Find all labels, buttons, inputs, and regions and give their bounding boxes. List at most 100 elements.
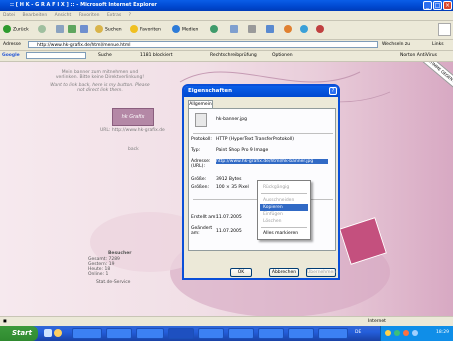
edit-icon: [266, 25, 274, 33]
tray-icon[interactable]: [385, 330, 391, 336]
stats-link[interactable]: Stat.de-Service: [96, 280, 130, 285]
language-indicator[interactable]: DE: [355, 330, 361, 335]
minimize-button[interactable]: _: [423, 1, 432, 10]
menu-help[interactable]: ?: [129, 13, 131, 18]
menu-item-copy[interactable]: Kopieren: [260, 204, 308, 211]
close-button[interactable]: ×: [443, 1, 452, 10]
forward-button[interactable]: [38, 25, 48, 35]
type-value: Paint Shop Pro 9 Image: [216, 148, 269, 153]
google-logo[interactable]: Google: [2, 53, 20, 58]
refresh-button[interactable]: [68, 25, 78, 35]
dimensions-label: Größen:: [191, 185, 209, 190]
apply-button[interactable]: Übernehmen: [306, 268, 336, 277]
clock[interactable]: 18:29: [436, 330, 449, 335]
taskbar-window-button[interactable]: [168, 328, 194, 339]
taskbar-window-button[interactable]: [106, 328, 132, 339]
quicklaunch-desktop-icon[interactable]: [44, 329, 52, 337]
research-icon: [316, 25, 324, 33]
intro-text-4: not direct link them.: [77, 88, 123, 93]
home-button[interactable]: [80, 25, 90, 35]
taskbar: Start DE 18:29: [0, 326, 453, 341]
taskbar-window-button[interactable]: [72, 328, 102, 339]
taskbar-window-button[interactable]: [288, 328, 314, 339]
print-button[interactable]: [248, 25, 258, 35]
search-button[interactable]: Suchen: [95, 25, 122, 35]
menu-item-cut[interactable]: Ausschneiden: [260, 197, 308, 204]
google-search-button[interactable]: Suche: [98, 53, 112, 58]
window-title: :: [ H K - G R A F I X ] :: - Microsoft …: [10, 2, 157, 8]
quicklaunch-ie-icon[interactable]: [54, 329, 62, 337]
dimensions-value: 100 × 35 Pixel: [216, 185, 249, 190]
menu-favorites[interactable]: Favoriten: [79, 13, 100, 18]
address-bar: Adresse http://www.hk-grafix.de/html/men…: [0, 40, 453, 51]
edit-button[interactable]: [266, 25, 276, 35]
stat-row: Online: 1: [88, 272, 109, 277]
stats-title: Besucher: [108, 251, 132, 256]
tray-icon[interactable]: [394, 330, 400, 336]
menu-separator: [261, 227, 307, 228]
taskbar-window-button[interactable]: [318, 328, 348, 339]
mail-icon: [230, 25, 238, 33]
mail-button[interactable]: [230, 25, 240, 35]
media-icon: [172, 25, 180, 33]
hk-grafix-banner[interactable]: hk Grafix: [112, 108, 154, 126]
search-icon: [95, 25, 103, 33]
star-icon: [130, 25, 138, 33]
menubar: Datei Bearbeiten Ansicht Favoriten Extra…: [0, 11, 453, 21]
tray-icon[interactable]: [412, 330, 418, 336]
start-button[interactable]: Start: [0, 326, 38, 341]
norton-button[interactable]: Norton AntiVirus: [400, 53, 437, 58]
menu-item-select-all[interactable]: Alles markieren: [260, 230, 308, 237]
taskbar-window-button[interactable]: [136, 328, 164, 339]
tab-general[interactable]: Allgemein: [188, 100, 213, 108]
help-button[interactable]: ?: [329, 87, 337, 95]
popup-blocker[interactable]: 1181 blockiert: [140, 53, 172, 58]
menu-item-delete[interactable]: Löschen: [260, 218, 308, 225]
divider: [193, 133, 333, 134]
links-button[interactable]: Links: [432, 42, 444, 47]
menu-edit[interactable]: Bearbeiten: [22, 13, 47, 18]
tray-icon[interactable]: [403, 330, 409, 336]
cancel-button[interactable]: Abbrechen: [269, 268, 299, 277]
windows-logo-icon: [438, 23, 451, 36]
ok-button[interactable]: OK: [230, 268, 252, 277]
forward-arrow-icon: [38, 25, 46, 33]
address-label: Adresse: [3, 42, 21, 47]
back-button[interactable]: Zurück: [3, 25, 29, 35]
refresh-icon: [68, 25, 76, 33]
system-tray: 18:29: [380, 326, 453, 341]
menu-tools[interactable]: Extras: [107, 13, 121, 18]
modified-label: Geändert am:: [191, 226, 213, 236]
taskbar-window-button[interactable]: [198, 328, 224, 339]
media-button[interactable]: Medien: [172, 25, 198, 35]
research-button[interactable]: [316, 25, 326, 35]
messenger-button[interactable]: [300, 25, 310, 35]
go-button[interactable]: Wechseln zu: [382, 42, 410, 47]
back-arrow-icon: [3, 25, 11, 33]
size-label: Größe:: [191, 177, 207, 182]
taskbar-window-button[interactable]: [228, 328, 254, 339]
dialog-title: Eigenschaften: [184, 86, 338, 97]
history-icon: [210, 25, 218, 33]
options-button[interactable]: Optionen: [272, 53, 293, 58]
menu-item-paste[interactable]: Einfügen: [260, 211, 308, 218]
menu-view[interactable]: Ansicht: [55, 13, 72, 18]
menu-item-undo[interactable]: Rückgängig: [260, 184, 308, 191]
discuss-button[interactable]: [284, 25, 294, 35]
maximize-button[interactable]: □: [433, 1, 442, 10]
back-link[interactable]: back: [128, 147, 139, 152]
address-input[interactable]: http://www.hk-grafix.de/html/menue.html: [28, 41, 378, 48]
messenger-icon: [300, 25, 308, 33]
address-value[interactable]: http://www.hk-grafix.de/html/hk-banner.j…: [216, 159, 328, 164]
taskbar-window-button[interactable]: [258, 328, 284, 339]
spellcheck-button[interactable]: Rechtschreibprüfung: [210, 53, 257, 58]
history-button[interactable]: [210, 25, 220, 35]
favorites-button[interactable]: Favoriten: [130, 25, 161, 35]
menu-file[interactable]: Datei: [3, 13, 15, 18]
window-titlebar: :: [ H K - G R A F I X ] :: - Microsoft …: [0, 0, 453, 11]
size-value: 3912 Bytes: [216, 177, 242, 182]
context-menu: Rückgängig Ausschneiden Kopieren Einfüge…: [257, 180, 311, 240]
stop-button[interactable]: [56, 25, 66, 35]
intro-text-2: verlinken. Bitte keine Direktverlinkung!: [55, 75, 145, 80]
google-search-input[interactable]: [26, 52, 86, 59]
